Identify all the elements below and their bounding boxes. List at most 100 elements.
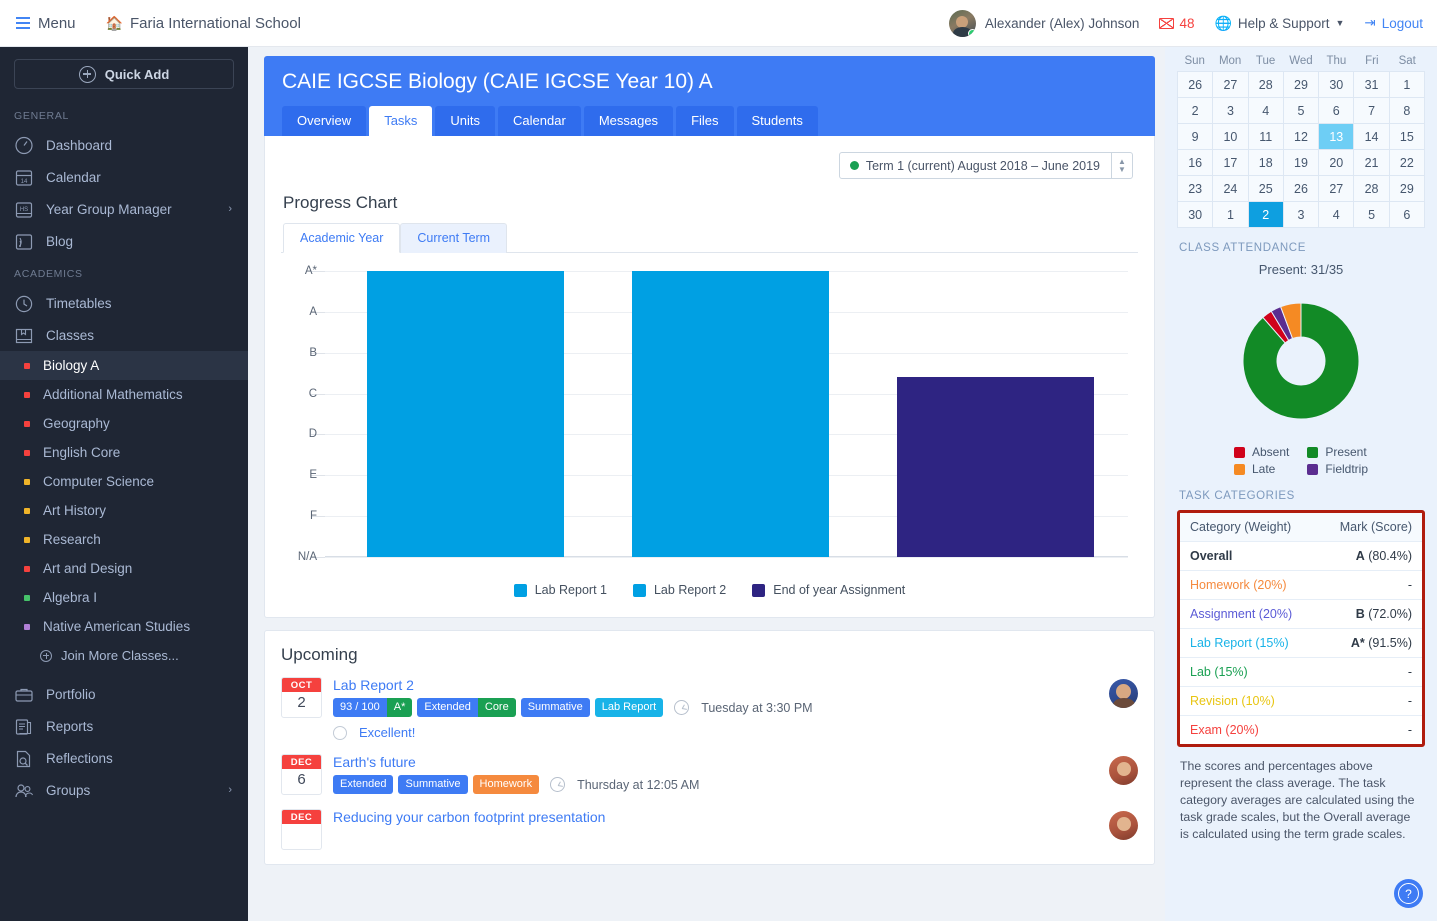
calendar-day[interactable]: 22 [1390,150,1425,176]
calendar-day[interactable]: 4 [1249,98,1284,124]
calendar-day[interactable]: 29 [1284,72,1319,98]
sidebar-item-blog[interactable]: Blog [0,225,248,257]
help-floating-button[interactable]: ? [1394,879,1423,908]
calendar-day[interactable]: 25 [1249,176,1284,202]
sidebar-item-timetables[interactable]: Timetables [0,287,248,319]
task-category-row[interactable]: Homework (20%)- [1180,571,1422,600]
user-menu[interactable]: Alexander (Alex) Johnson [949,10,1140,37]
term-selector[interactable]: Term 1 (current) August 2018 – June 2019… [839,152,1133,179]
tab-files[interactable]: Files [676,106,733,136]
messages-button[interactable]: 48 [1159,16,1194,31]
calendar-day[interactable]: 4 [1319,202,1354,228]
sidebar-class-art-history[interactable]: Art History [0,496,248,525]
menu-button[interactable]: Menu [16,15,76,32]
calendar-day[interactable]: 5 [1354,202,1389,228]
calendar-day[interactable]: 9 [1178,124,1213,150]
tab-overview[interactable]: Overview [282,106,366,136]
calendar-day[interactable]: 16 [1178,150,1213,176]
attendance-legend-item[interactable]: Present [1307,445,1368,459]
sidebar-class-computer-science[interactable]: Computer Science [0,467,248,496]
calendar-day[interactable]: 17 [1213,150,1248,176]
task-name[interactable]: Lab Report 2 [333,677,1138,693]
task-name[interactable]: Reducing your carbon footprint presentat… [333,809,1138,825]
help-support-button[interactable]: 🌐 Help & Support ▼ [1214,15,1344,32]
calendar-day[interactable]: 21 [1354,150,1389,176]
task-category-row[interactable]: Lab Report (15%)A* (91.5%) [1180,629,1422,658]
calendar-day[interactable]: 15 [1390,124,1425,150]
calendar-day[interactable]: 2 [1178,98,1213,124]
calendar-day[interactable]: 28 [1354,176,1389,202]
school-link[interactable]: 🏠 Faria International School [106,15,301,32]
calendar-day[interactable]: 12 [1284,124,1319,150]
calendar-day[interactable]: 11 [1249,124,1284,150]
sidebar-item-groups[interactable]: Groups› [0,774,248,806]
calendar-day[interactable]: 2 [1249,202,1284,228]
task-category-row[interactable]: Revision (10%)- [1180,687,1422,716]
calendar-day[interactable]: 8 [1390,98,1425,124]
chart-bar[interactable] [632,271,828,557]
tab-calendar[interactable]: Calendar [498,106,581,136]
calendar-day[interactable]: 26 [1284,176,1319,202]
calendar-day[interactable]: 1 [1213,202,1248,228]
task-name[interactable]: Earth's future [333,754,1138,770]
calendar-day[interactable]: 7 [1354,98,1389,124]
calendar-day[interactable]: 29 [1390,176,1425,202]
task-category-row[interactable]: Assignment (20%)B (72.0%) [1180,600,1422,629]
tab-tasks[interactable]: Tasks [369,106,432,136]
calendar-day[interactable]: 27 [1319,176,1354,202]
attendance-legend-item[interactable]: Absent [1234,445,1289,459]
calendar-day[interactable]: 28 [1249,72,1284,98]
sidebar-item-portfolio[interactable]: Portfolio [0,678,248,710]
calendar-day[interactable]: 6 [1319,98,1354,124]
sidebar-item-reflections[interactable]: Reflections [0,742,248,774]
calendar-day[interactable]: 13 [1319,124,1354,150]
calendar-day[interactable]: 19 [1284,150,1319,176]
calendar-day[interactable]: 1 [1390,72,1425,98]
join-more-classes[interactable]: Join More Classes... [0,641,248,670]
sidebar-class-algebra-i[interactable]: Algebra I [0,583,248,612]
chart-legend-item[interactable]: Lab Report 2 [633,583,726,597]
chart-tab-current-term[interactable]: Current Term [400,223,507,253]
sidebar-class-additional-mathematics[interactable]: Additional Mathematics [0,380,248,409]
calendar-day[interactable]: 5 [1284,98,1319,124]
sidebar-item-year-group-manager[interactable]: HSYear Group Manager› [0,193,248,225]
chart-bar[interactable] [897,377,1093,557]
term-stepper[interactable]: ▲ ▼ [1111,153,1132,178]
sidebar-class-art-and-design[interactable]: Art and Design [0,554,248,583]
task-category-row[interactable]: OverallA (80.4%) [1180,542,1422,571]
calendar-day[interactable]: 30 [1178,202,1213,228]
task-category-row[interactable]: Exam (20%)- [1180,716,1422,744]
sidebar-class-english-core[interactable]: English Core [0,438,248,467]
tab-students[interactable]: Students [737,106,818,136]
calendar-day[interactable]: 26 [1178,72,1213,98]
task-comment[interactable]: Excellent! [333,725,1138,740]
sidebar-item-reports[interactable]: Reports [0,710,248,742]
sidebar-class-research[interactable]: Research [0,525,248,554]
calendar-day[interactable]: 23 [1178,176,1213,202]
calendar-day[interactable]: 18 [1249,150,1284,176]
sidebar-item-dashboard[interactable]: Dashboard [0,129,248,161]
calendar-day[interactable]: 10 [1213,124,1248,150]
logout-button[interactable]: ⇥ Logout [1364,15,1423,31]
chart-legend-item[interactable]: Lab Report 1 [514,583,607,597]
calendar-day[interactable]: 27 [1213,72,1248,98]
sidebar-class-biology-a[interactable]: Biology A [0,351,248,380]
attendance-legend-item[interactable]: Late [1234,462,1289,476]
calendar-day[interactable]: 20 [1319,150,1354,176]
sidebar-class-geography[interactable]: Geography [0,409,248,438]
calendar-day[interactable]: 24 [1213,176,1248,202]
sidebar-item-classes[interactable]: Classesⱟ [0,319,248,351]
task-category-row[interactable]: Lab (15%)- [1180,658,1422,687]
calendar-day[interactable]: 6 [1390,202,1425,228]
tab-units[interactable]: Units [435,106,495,136]
calendar-day[interactable]: 31 [1354,72,1389,98]
quick-add-button[interactable]: Quick Add [14,59,234,89]
sidebar-class-native-american-studies[interactable]: Native American Studies [0,612,248,641]
attendance-legend-item[interactable]: Fieldtrip [1307,462,1368,476]
calendar-day[interactable]: 3 [1284,202,1319,228]
chart-tab-academic-year[interactable]: Academic Year [283,223,400,253]
calendar-day[interactable]: 3 [1213,98,1248,124]
sidebar-item-calendar[interactable]: 14Calendar [0,161,248,193]
tab-messages[interactable]: Messages [584,106,673,136]
calendar-day[interactable]: 14 [1354,124,1389,150]
